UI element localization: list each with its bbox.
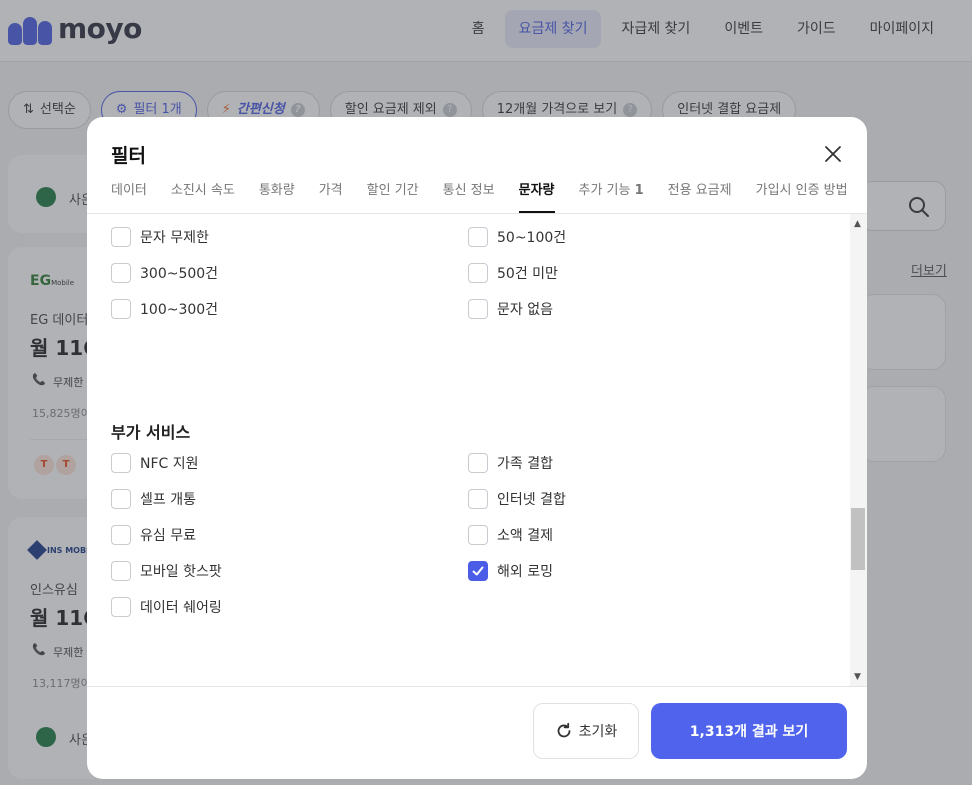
checkbox[interactable] (111, 263, 131, 283)
checkbox[interactable] (111, 227, 131, 247)
tab-data[interactable]: 데이터 (111, 177, 147, 213)
scrollbar-thumb[interactable] (851, 508, 865, 570)
checkbox[interactable] (111, 299, 131, 319)
option-family-bundle[interactable]: 가족 결합 (468, 453, 553, 473)
tab-carrier-info[interactable]: 통신 정보 (443, 177, 495, 213)
tab-price[interactable]: 가격 (319, 177, 343, 213)
option-nfc[interactable]: NFC 지원 (111, 453, 199, 473)
tab-discount-period[interactable]: 할인 기간 (367, 177, 419, 213)
option-sms-300-500[interactable]: 300~500건 (111, 263, 218, 283)
checkbox[interactable] (111, 525, 131, 545)
option-sms-under-50[interactable]: 50건 미만 (468, 263, 558, 283)
option-label: 셀프 개통 (140, 492, 196, 508)
option-mobile-hotspot[interactable]: 모바일 핫스팟 (111, 561, 222, 581)
option-label: 인터넷 결합 (497, 492, 566, 508)
option-label: 문자 없음 (497, 302, 553, 318)
checkbox-checked[interactable] (468, 561, 488, 581)
option-label: NFC 지원 (140, 456, 199, 472)
filter-modal: 필터 데이터 소진시 속도 통화량 가격 할인 기간 통신 정보 문자량 추가 … (87, 117, 867, 779)
option-label: 50~100건 (497, 230, 567, 246)
option-label: 소액 결제 (497, 528, 553, 544)
option-label: 100~300건 (140, 302, 219, 318)
tab-extra-features-label: 추가 기능 (578, 183, 631, 198)
option-label: 데이터 쉐어링 (140, 600, 222, 616)
reset-label: 초기화 (578, 724, 618, 740)
option-sms-50-100[interactable]: 50~100건 (468, 227, 566, 247)
option-label: 가족 결합 (497, 456, 553, 472)
option-sms-none[interactable]: 문자 없음 (468, 299, 553, 319)
checkmark-icon (472, 566, 484, 576)
checkbox[interactable] (111, 489, 131, 509)
filter-options-scroll-area[interactable]: 문자 무제한 50~100건 300~500건 50건 미만 100~300건 … (87, 214, 867, 686)
checkbox[interactable] (468, 227, 488, 247)
refresh-icon (557, 722, 571, 738)
option-label: 50건 미만 (497, 266, 558, 282)
checkbox[interactable] (468, 299, 488, 319)
tab-exclusive-plans[interactable]: 전용 요금제 (668, 177, 732, 213)
show-results-button[interactable]: 1,313개 결과 보기 (651, 703, 847, 759)
tab-call-volume[interactable]: 통화량 (259, 177, 295, 213)
checkbox[interactable] (468, 263, 488, 283)
filter-tabs: 데이터 소진시 속도 통화량 가격 할인 기간 통신 정보 문자량 추가 기능 … (111, 177, 867, 213)
tab-extra-features[interactable]: 추가 기능 1 (579, 177, 644, 213)
tab-throttle-speed[interactable]: 소진시 속도 (171, 177, 235, 213)
option-internet-bundle[interactable]: 인터넷 결합 (468, 489, 566, 509)
option-sms-100-300[interactable]: 100~300건 (111, 299, 218, 319)
option-data-sharing[interactable]: 데이터 쉐어링 (111, 597, 222, 617)
checkbox[interactable] (468, 525, 488, 545)
option-label: 해외 로밍 (497, 564, 553, 580)
close-icon[interactable] (821, 142, 845, 166)
modal-title: 필터 (111, 145, 146, 167)
option-free-usim[interactable]: 유심 무료 (111, 525, 196, 545)
extra-services-section-title: 부가 서비스 (111, 423, 191, 442)
checkbox[interactable] (111, 561, 131, 581)
scroll-up-arrow-icon[interactable]: ▲ (854, 219, 861, 229)
option-intl-roaming[interactable]: 해외 로밍 (468, 561, 553, 581)
option-micropayment[interactable]: 소액 결제 (468, 525, 553, 545)
tab-extra-features-count: 1 (634, 183, 644, 198)
scrollbar[interactable]: ▲ ▼ (850, 214, 867, 686)
reset-button[interactable]: 초기화 (533, 703, 639, 759)
option-self-activation[interactable]: 셀프 개통 (111, 489, 196, 509)
checkbox[interactable] (111, 597, 131, 617)
checkbox[interactable] (111, 453, 131, 473)
option-label: 문자 무제한 (140, 230, 209, 246)
checkbox[interactable] (468, 453, 488, 473)
scroll-down-arrow-icon[interactable]: ▼ (854, 672, 861, 682)
checkbox[interactable] (468, 489, 488, 509)
tab-signup-verification[interactable]: 가입시 인증 방법 (756, 177, 848, 213)
option-label: 모바일 핫스팟 (140, 564, 222, 580)
option-sms-unlimited[interactable]: 문자 무제한 (111, 227, 209, 247)
tab-sms-volume[interactable]: 문자량 (518, 177, 555, 213)
option-label: 300~500건 (140, 266, 219, 282)
footer-divider (87, 686, 867, 687)
option-label: 유심 무료 (140, 528, 196, 544)
